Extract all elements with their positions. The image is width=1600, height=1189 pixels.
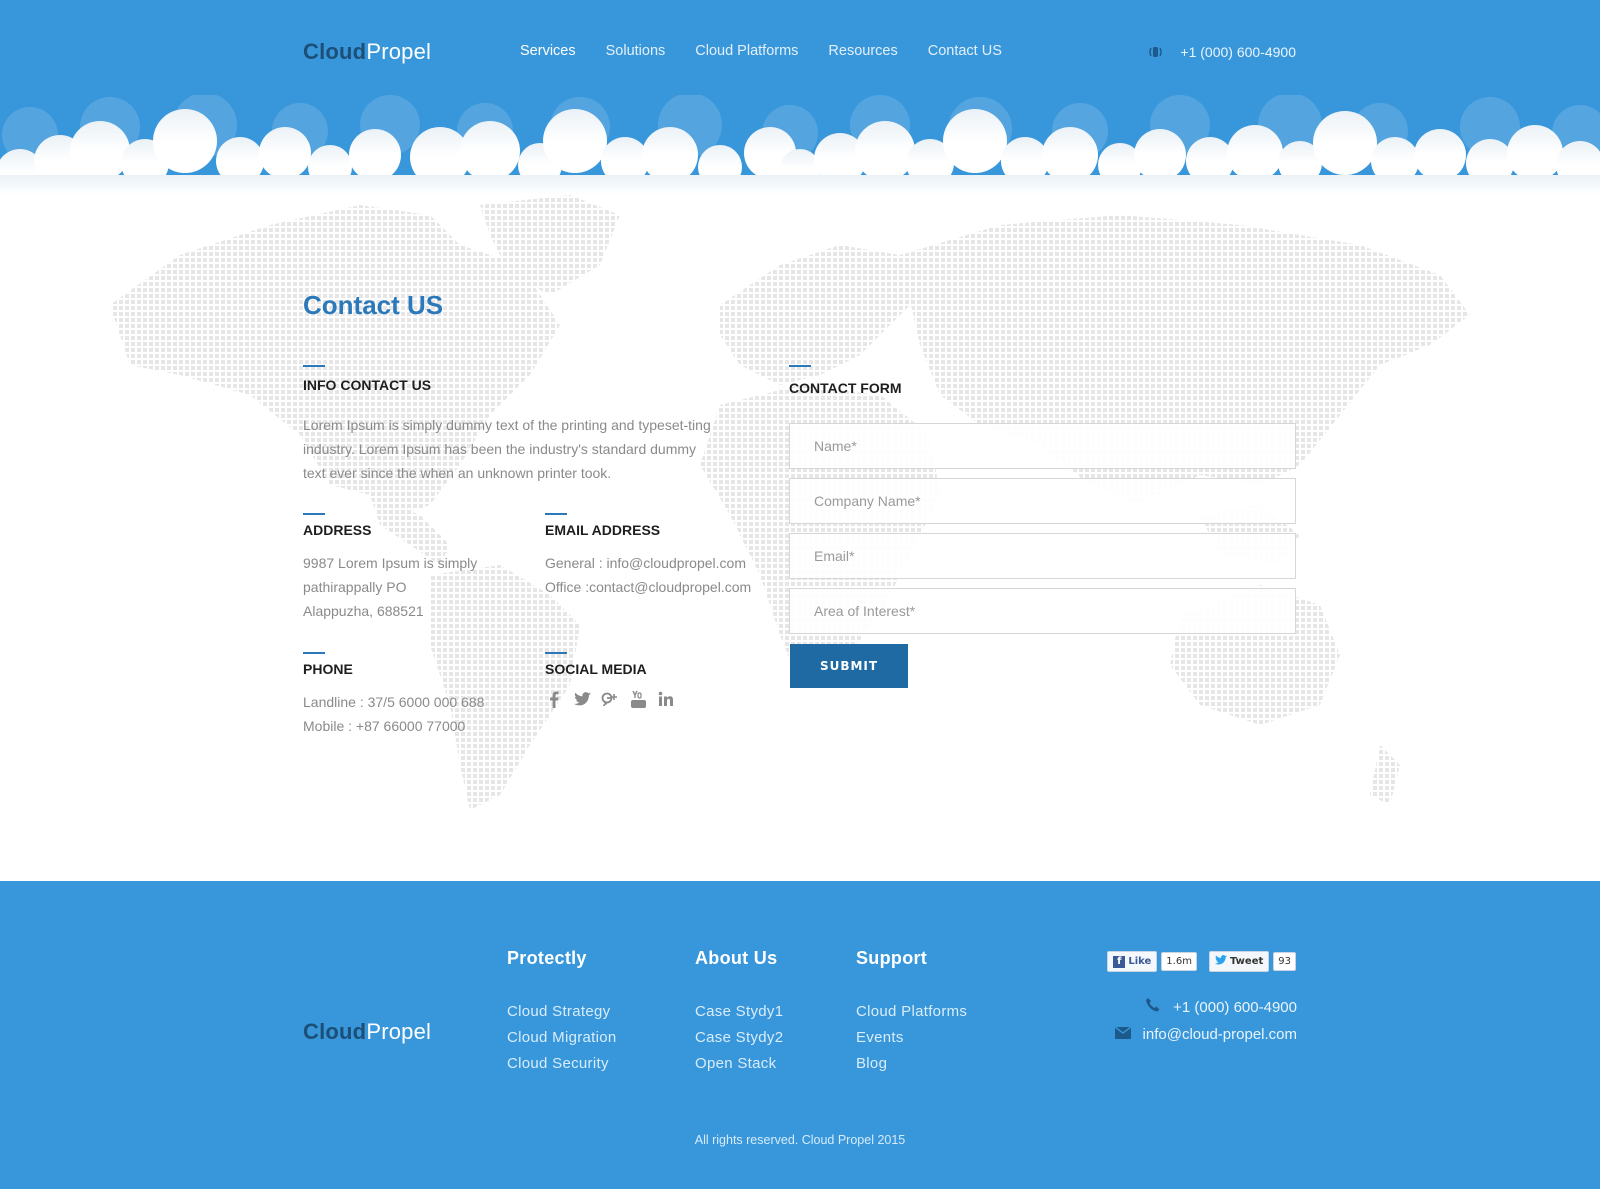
contact-form-heading: CONTACT FORM: [789, 380, 902, 396]
heading-rule: [303, 652, 325, 654]
email-field: [789, 533, 1296, 579]
social-icons: [545, 690, 675, 708]
footer-email: info@cloud-propel.com: [1114, 1026, 1297, 1043]
footer-column-protectly: Protectly Cloud Strategy Cloud Migration…: [507, 948, 617, 1077]
company-name-input[interactable]: [790, 479, 1295, 523]
address-heading: ADDRESS: [303, 522, 372, 538]
page-title: Contact US: [303, 290, 444, 320]
header-phone-number: +1 (000) 600-4900: [1180, 44, 1296, 60]
phone-ring-icon: [1148, 44, 1164, 60]
email-address-heading: EMAIL ADDRESS: [545, 522, 661, 538]
tweet-count: 93: [1273, 952, 1296, 971]
footer-logo[interactable]: CloudPropel: [303, 1019, 431, 1045]
main-nav: Services Solutions Cloud Platforms Resou…: [520, 43, 1002, 59]
address-line: 9987 Lorem Ipsum is simply: [303, 555, 478, 571]
email-office[interactable]: Office :contact@cloudpropel.com: [545, 575, 751, 599]
mail-icon: [1114, 1026, 1131, 1043]
site-header: CloudPropel Services Solutions Cloud Pla…: [0, 0, 1600, 200]
facebook-icon[interactable]: [545, 690, 563, 708]
footer-phone-number: +1 (000) 600-4900: [1173, 998, 1297, 1016]
footer-column-title: About Us: [695, 948, 778, 968]
site-logo[interactable]: CloudPropel: [303, 39, 431, 65]
footer-column-title: Protectly: [507, 948, 587, 968]
info-contact-text: Lorem Ipsum is simply dummy text of the …: [303, 417, 711, 481]
footer-phone: +1 (000) 600-4900: [1145, 997, 1297, 1017]
heading-rule: [545, 513, 567, 515]
footer-column-support: Support Cloud Platforms Events Blog: [856, 948, 967, 1077]
nav-cloud-platforms[interactable]: Cloud Platforms: [695, 43, 798, 59]
tweet-button[interactable]: Tweet 93: [1208, 951, 1296, 972]
landline-number: Landline : 37/5 6000 000 688: [303, 694, 485, 710]
area-of-interest-input[interactable]: [790, 589, 1295, 633]
address-block: 9987 Lorem Ipsum is simply pathirappally…: [303, 551, 477, 623]
footer-link-cloud-strategy[interactable]: Cloud Strategy: [507, 999, 617, 1025]
footer-column-title: Support: [856, 948, 928, 968]
heading-rule: [545, 652, 567, 654]
submit-button[interactable]: SUBMIT: [790, 644, 908, 688]
email-block: General : info@cloudpropel.com Office :c…: [545, 551, 751, 599]
tweet-label: Tweet: [1229, 956, 1264, 967]
nav-solutions[interactable]: Solutions: [606, 43, 666, 59]
area-of-interest-field: [789, 588, 1296, 634]
facebook-like-button[interactable]: f Like 1.6m: [1107, 951, 1197, 972]
email-input[interactable]: [790, 534, 1295, 578]
info-contact-heading: INFO CONTACT US: [303, 377, 432, 393]
footer-link-cloud-platforms[interactable]: Cloud Platforms: [856, 999, 967, 1025]
heading-rule: [303, 365, 325, 367]
footer-email-address[interactable]: info@cloud-propel.com: [1143, 1026, 1297, 1043]
name-field: [789, 423, 1296, 469]
footer-link-case-study2[interactable]: Case Stydy2: [695, 1025, 783, 1051]
name-input[interactable]: [790, 424, 1295, 468]
heading-rule: [303, 513, 325, 515]
footer-link-cloud-security[interactable]: Cloud Security: [507, 1051, 617, 1077]
youtube-icon[interactable]: [629, 690, 647, 708]
twitter-icon[interactable]: [573, 690, 591, 708]
address-line: Alappuzha, 688521: [303, 603, 424, 619]
nav-resources[interactable]: Resources: [828, 43, 897, 59]
email-general[interactable]: General : info@cloudpropel.com: [545, 551, 751, 575]
phone-block: Landline : 37/5 6000 000 688 Mobile : +8…: [303, 690, 484, 738]
footer-link-open-stack[interactable]: Open Stack: [695, 1051, 783, 1077]
phone-icon: [1145, 997, 1161, 1017]
like-count: 1.6m: [1161, 952, 1197, 971]
like-label: Like: [1128, 956, 1152, 967]
mobile-number: Mobile : +87 66000 77000: [303, 718, 466, 734]
footer-link-events[interactable]: Events: [856, 1025, 967, 1051]
heading-rule: [789, 365, 811, 367]
footer-link-blog[interactable]: Blog: [856, 1051, 967, 1077]
footer-link-case-study1[interactable]: Case Stydy1: [695, 999, 783, 1025]
nav-contact-us[interactable]: Contact US: [928, 43, 1002, 59]
nav-services[interactable]: Services: [520, 43, 576, 59]
footer-column-about-us: About Us Case Stydy1 Case Stydy2 Open St…: [695, 948, 783, 1077]
google-plus-icon[interactable]: [601, 690, 619, 708]
twitter-icon: [1214, 955, 1227, 968]
copyright-text: All rights reserved. Cloud Propel 2015: [694, 1133, 906, 1147]
address-line: pathirappally PO: [303, 579, 407, 595]
share-badges: f Like 1.6m Tweet 93: [1107, 951, 1296, 972]
footer-link-cloud-migration[interactable]: Cloud Migration: [507, 1025, 617, 1051]
linkedin-icon[interactable]: [657, 690, 675, 708]
facebook-icon: f: [1113, 955, 1126, 968]
header-phone: +1 (000) 600-4900: [1148, 44, 1296, 60]
social-media-heading: SOCIAL MEDIA: [545, 661, 647, 677]
phone-heading: PHONE: [303, 661, 353, 677]
company-name-field: [789, 478, 1296, 524]
